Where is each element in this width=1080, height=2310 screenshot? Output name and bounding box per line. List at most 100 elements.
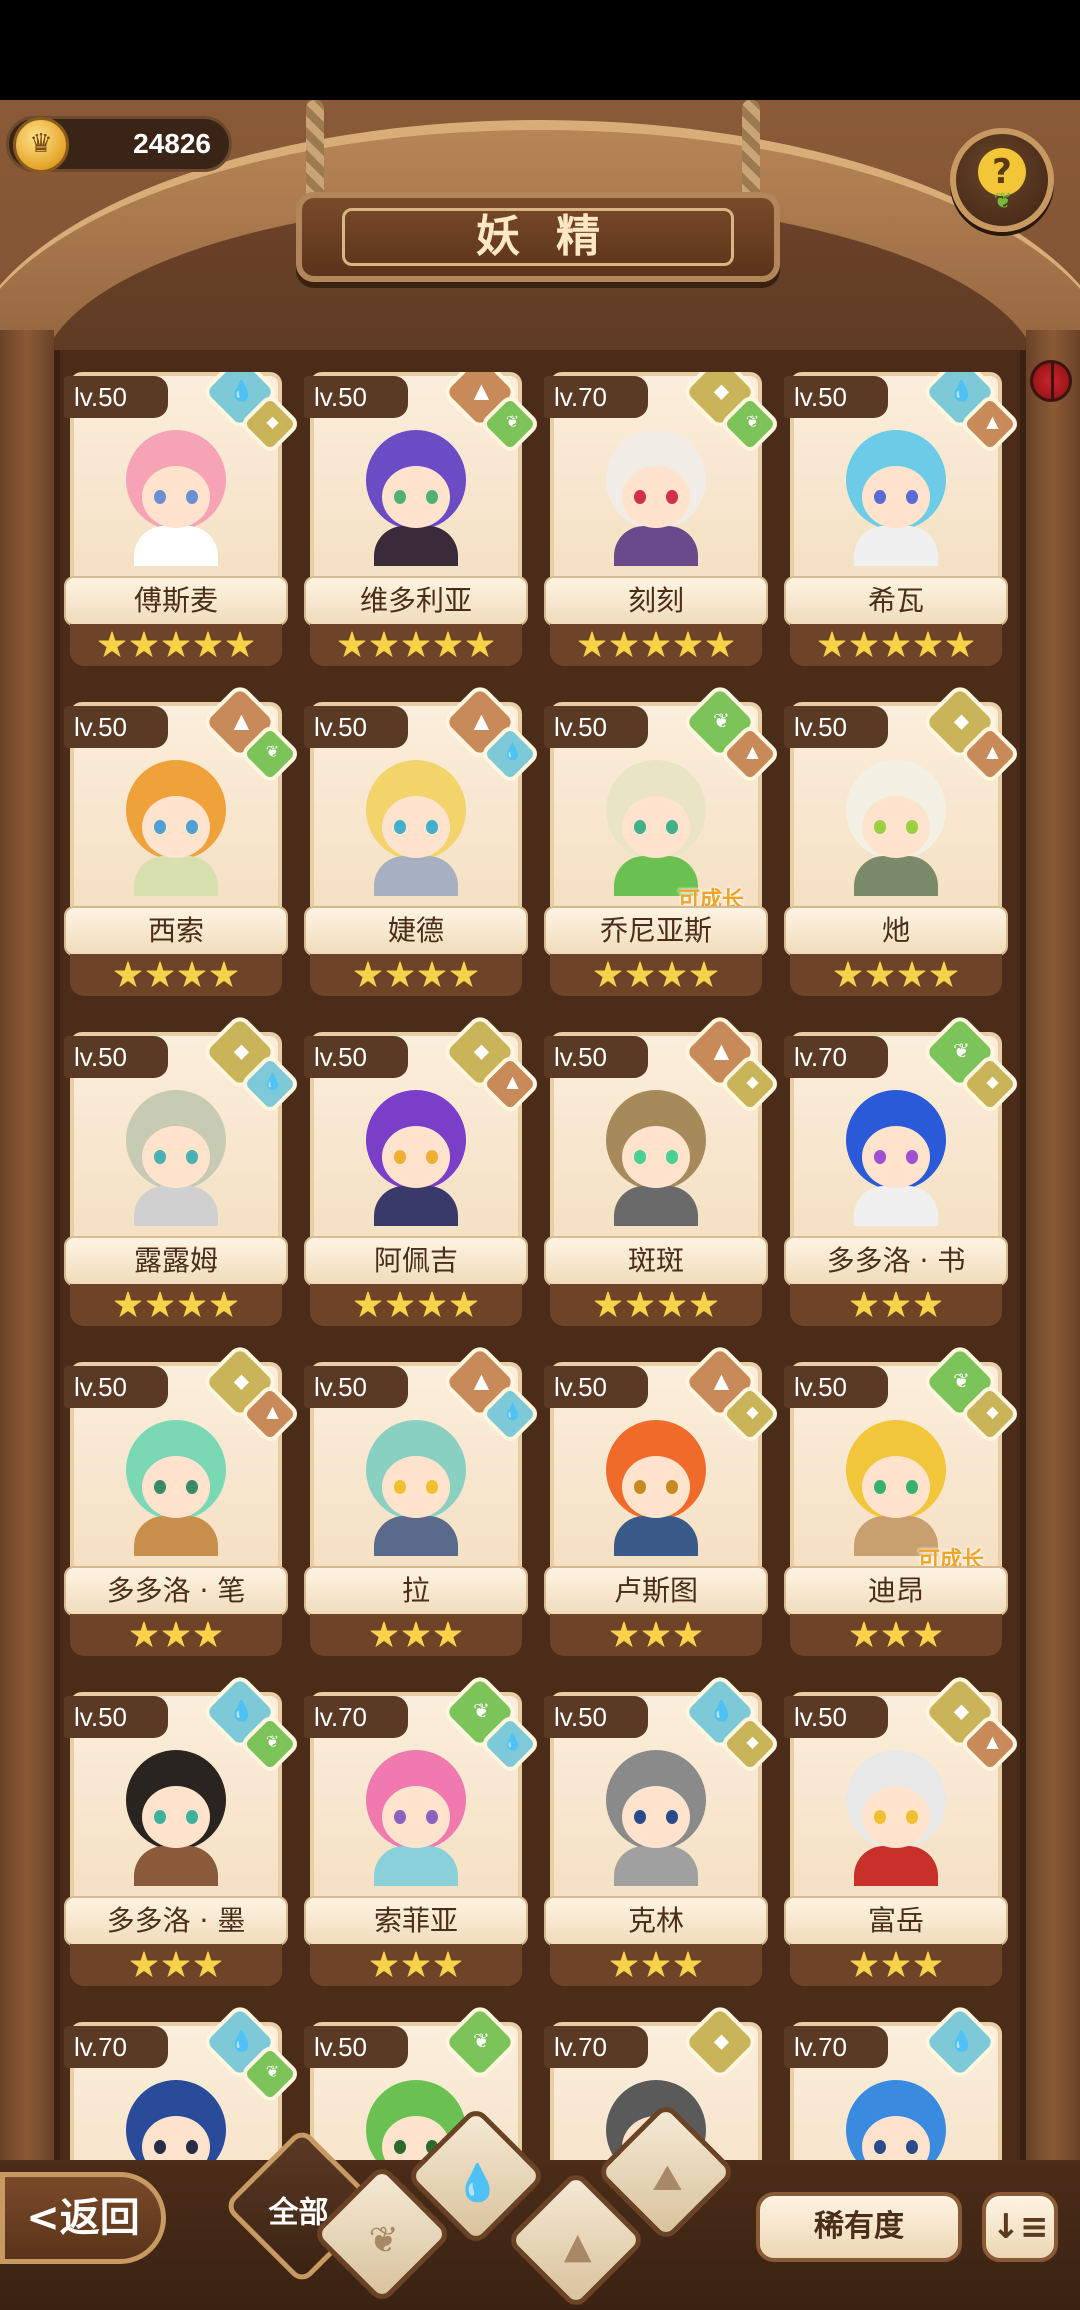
fairy-eye: [666, 1810, 678, 1824]
level-label: lv.50: [64, 706, 168, 748]
fairy-card[interactable]: lv.70 ◆ ❦ 刻刻: [542, 372, 782, 668]
fairy-eye: [186, 490, 198, 504]
fairy-face: [622, 1786, 690, 1848]
star-icon: [193, 1950, 223, 1978]
badge-glyph: ▲: [473, 708, 490, 733]
level-label: lv.50: [784, 706, 888, 748]
fairy-face: [862, 466, 930, 528]
level-label: lv.70: [544, 376, 648, 418]
fairy-eye: [906, 1480, 918, 1494]
fairy-face: [142, 1126, 210, 1188]
fairy-eye: [426, 1480, 438, 1494]
fairy-card[interactable]: lv.70 ❦ ◆ 多多洛 · 书: [782, 1012, 1022, 1328]
fairy-outfit: [374, 526, 458, 566]
badge-glyph: 💧: [228, 2028, 254, 2053]
star-icon: [129, 1620, 159, 1648]
fairy-card[interactable]: lv.50 💧 ◆ 傅斯麦: [62, 372, 302, 668]
star-icon: [433, 630, 463, 658]
fairy-card[interactable]: lv.50 ▲ ❦ 西索: [62, 682, 302, 998]
star-icon: [177, 1290, 207, 1318]
fairy-eye: [666, 1150, 678, 1164]
badge-glyph: ❦: [265, 1732, 280, 1752]
star-icon: [385, 960, 415, 988]
water-drop-icon: 💧: [454, 2163, 500, 2205]
back-label: 返回: [59, 2195, 140, 2241]
star-icon: [945, 630, 975, 658]
star-rating: [70, 1614, 282, 1656]
fairy-card[interactable]: lv.50 ◆ ▲ 阿佩吉: [302, 1012, 542, 1328]
star-icon: [193, 1620, 223, 1648]
star-icon: [161, 1620, 191, 1648]
fairy-card[interactable]: lv.50 ▲ 💧 婕德: [302, 682, 542, 998]
fairy-card[interactable]: lv.50 ◆ ▲ 富岳: [782, 1672, 1022, 1988]
star-icon: [161, 1950, 191, 1978]
fairy-eye: [426, 1150, 438, 1164]
fairy-card[interactable]: lv.50 💧 ▲ 希瓦: [782, 372, 1022, 668]
star-rating: [790, 1614, 1002, 1656]
star-icon: [225, 630, 255, 658]
fairy-card[interactable]: lv.70 💧 ❦: [62, 2002, 302, 2162]
fairy-card[interactable]: lv.50 ◆ ▲ 多多洛 · 笔: [62, 1342, 302, 1658]
star-rating: [70, 954, 282, 996]
fairy-card[interactable]: lv.50 ▲ ◆ 卢斯图: [542, 1342, 782, 1658]
fairy-card[interactable]: lv.70 💧: [782, 2002, 1010, 2162]
fairy-eye: [154, 1150, 166, 1164]
fairy-eye: [906, 1150, 918, 1164]
fairy-outfit: [374, 1846, 458, 1886]
fairy-card[interactable]: lv.50 ◆ 💧 露露姆: [62, 1012, 302, 1328]
back-button[interactable]: <返回: [0, 2172, 166, 2264]
level-label: lv.70: [64, 2026, 168, 2068]
badge-glyph: 💧: [708, 1698, 734, 1723]
fairy-outfit: [614, 1516, 698, 1556]
badge-glyph: ▲: [986, 1732, 999, 1752]
fairy-card[interactable]: lv.50 💧 ◆ 克林: [542, 1672, 782, 1988]
sort-order-button[interactable]: ↓≡: [982, 2192, 1058, 2262]
fairy-card[interactable]: lv.50 ❦ ◆ 可成长 迪昂: [782, 1342, 1022, 1658]
star-icon: [673, 1950, 703, 1978]
fairy-face: [862, 1786, 930, 1848]
star-icon: [705, 630, 735, 658]
fairy-name: 克林: [544, 1896, 768, 1946]
fairy-card[interactable]: lv.70 ❦ 💧 索菲亚: [302, 1672, 542, 1988]
fairy-name: 露露姆: [64, 1236, 288, 1286]
star-icon: [177, 960, 207, 988]
fairy-eye: [426, 1810, 438, 1824]
fairy-outfit: [854, 526, 938, 566]
star-icon: [913, 1950, 943, 1978]
fairy-name: 多多洛 · 笔: [64, 1566, 288, 1616]
fairy-card[interactable]: lv.50 ❦ ▲ 可成长 乔尼亚斯: [542, 682, 782, 998]
fairy-name: 灺: [784, 906, 1008, 956]
star-rating: [310, 1944, 522, 1986]
fairy-eye: [154, 1810, 166, 1824]
fairy-card[interactable]: lv.50 ▲ ◆ 斑斑: [542, 1012, 782, 1328]
fairy-card[interactable]: lv.50 ▲ ❦ 维多利亚: [302, 372, 542, 668]
fairy-eye: [394, 1810, 406, 1824]
badge-glyph: ❦: [265, 742, 280, 762]
badge-glyph: ❦: [265, 2062, 280, 2082]
star-rating: [70, 1284, 282, 1326]
star-icon: [113, 960, 143, 988]
star-icon: [881, 1290, 911, 1318]
fairy-face: [622, 1456, 690, 1518]
fairy-name: 卢斯图: [544, 1566, 768, 1616]
fairy-eye: [874, 1150, 886, 1164]
sort-rarity-button[interactable]: 稀有度: [756, 2192, 962, 2262]
level-label: lv.50: [784, 1696, 888, 1738]
currency-display: ♛ 24826: [6, 116, 232, 173]
fairy-outfit: [134, 526, 218, 566]
fairy-eye: [634, 1810, 646, 1824]
fairy-card[interactable]: lv.50 ◆ ▲ 灺: [782, 682, 1022, 998]
star-icon: [417, 1290, 447, 1318]
fairy-card[interactable]: lv.50 ▲ 💧 拉: [302, 1342, 542, 1658]
ladybug-icon[interactable]: [1030, 360, 1072, 402]
fairy-card[interactable]: lv.50 💧 ❦ 多多洛 · 墨: [62, 1672, 302, 1988]
fairy-outfit: [134, 1516, 218, 1556]
level-label: lv.50: [304, 2026, 408, 2068]
fairy-eye: [394, 490, 406, 504]
level-label: lv.50: [544, 1696, 648, 1738]
status-bar: [0, 0, 1080, 100]
fairy-eye: [634, 1480, 646, 1494]
badge-glyph: ◆: [473, 1038, 490, 1063]
star-icon: [913, 1290, 943, 1318]
help-button[interactable]: ? ❦: [950, 128, 1054, 232]
